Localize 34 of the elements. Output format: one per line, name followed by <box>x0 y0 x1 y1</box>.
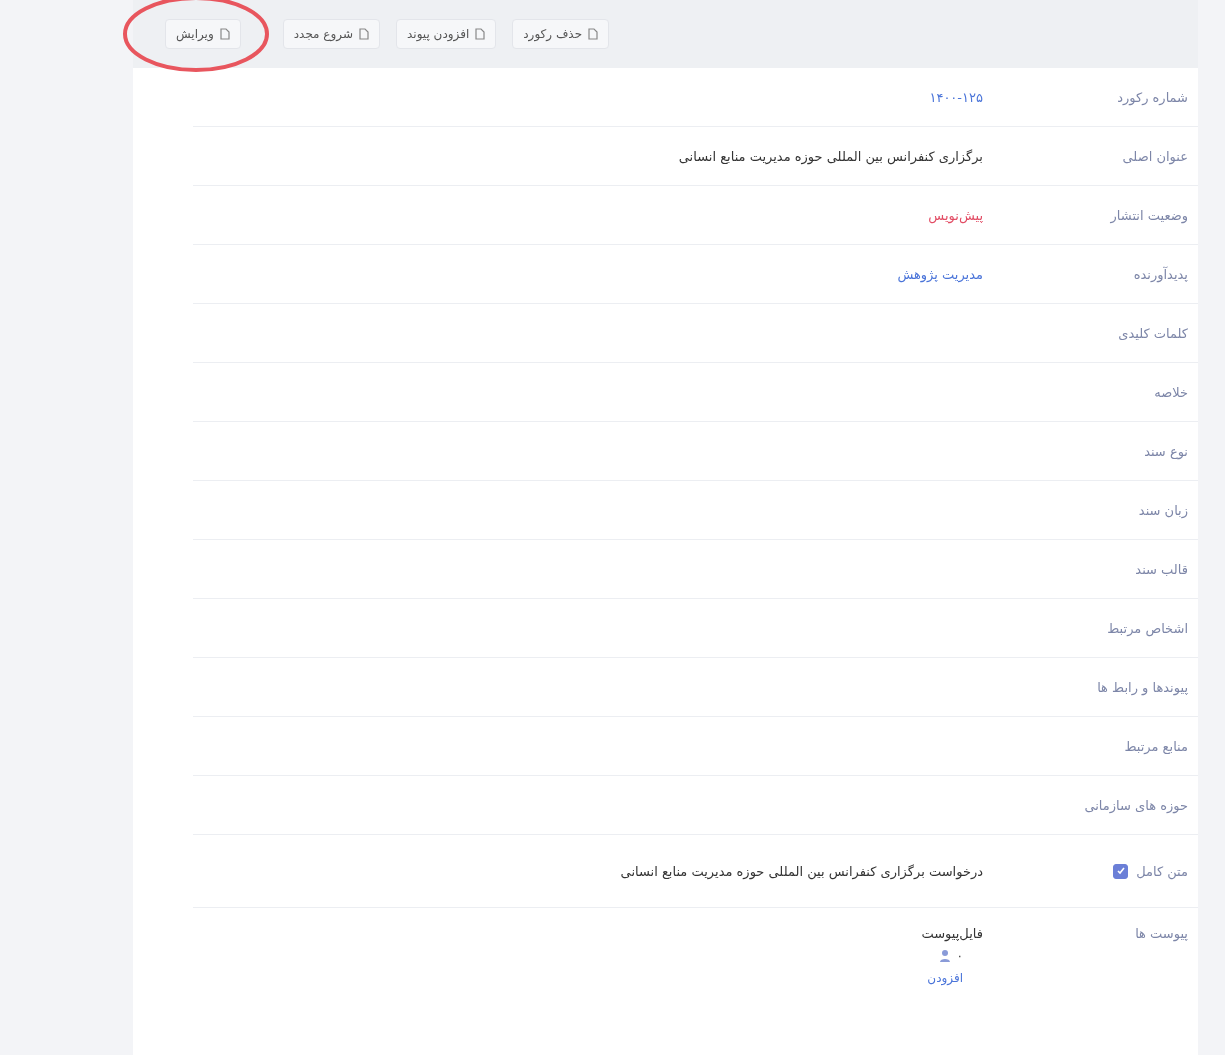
toolbar-button[interactable]: افزودن پیوند <box>396 19 497 49</box>
field-label: پدیدآورنده <box>1133 266 1188 282</box>
document-icon <box>475 28 486 40</box>
add-link[interactable]: افزودن <box>927 971 983 985</box>
field-label: حوزه های سازمانی <box>1084 797 1188 813</box>
field-label: کلمات کلیدی <box>1118 325 1188 341</box>
field-label: قالب سند <box>1135 561 1188 577</box>
field-label: پیوست ها <box>1135 926 1188 941</box>
document-icon <box>219 28 230 40</box>
toolbar-button[interactable]: شروع مجدد <box>282 19 380 49</box>
field-label: عنوان اصلی <box>1122 148 1188 164</box>
field-label: پیوندها و رابط ها <box>1097 679 1188 695</box>
field-link[interactable]: مدیریت پژوهش <box>897 266 983 282</box>
field-label: زبان سند <box>1138 502 1188 518</box>
field-label: نوع سند <box>1144 443 1188 459</box>
field-value: درخواست برگزاری کنفرانس بین المللی حوزه مدیریت منابع انسانی <box>620 863 983 879</box>
file-name: فایل‌پیوست <box>921 926 983 941</box>
field-label: منابع مرتبط <box>1124 738 1188 754</box>
field-label: وضعیت انتشار <box>1110 207 1188 223</box>
document-icon <box>588 28 599 40</box>
field-label: متن کامل <box>1136 863 1188 879</box>
toolbar-button[interactable]: حذف رکورد <box>512 19 610 49</box>
check-icon <box>1115 866 1126 876</box>
document-icon <box>359 28 369 40</box>
toolbar-button[interactable]: ویرایش <box>165 19 241 49</box>
user-icon <box>938 949 951 963</box>
attachment-count: ۰ <box>956 949 963 963</box>
checkbox[interactable] <box>1113 863 1129 879</box>
field-label: شماره رکورد <box>1117 89 1188 105</box>
status-value: پیش‌نویس <box>928 207 983 223</box>
field-value: برگزاری کنفرانس بین المللی حوزه مدیریت منابع انسانی <box>678 148 983 164</box>
field-label: اشخاص مرتبط <box>1107 620 1188 636</box>
field-link[interactable]: ۱۴۰۰-۱۲۵ <box>929 89 983 105</box>
field-label: خلاصه <box>1154 384 1188 400</box>
